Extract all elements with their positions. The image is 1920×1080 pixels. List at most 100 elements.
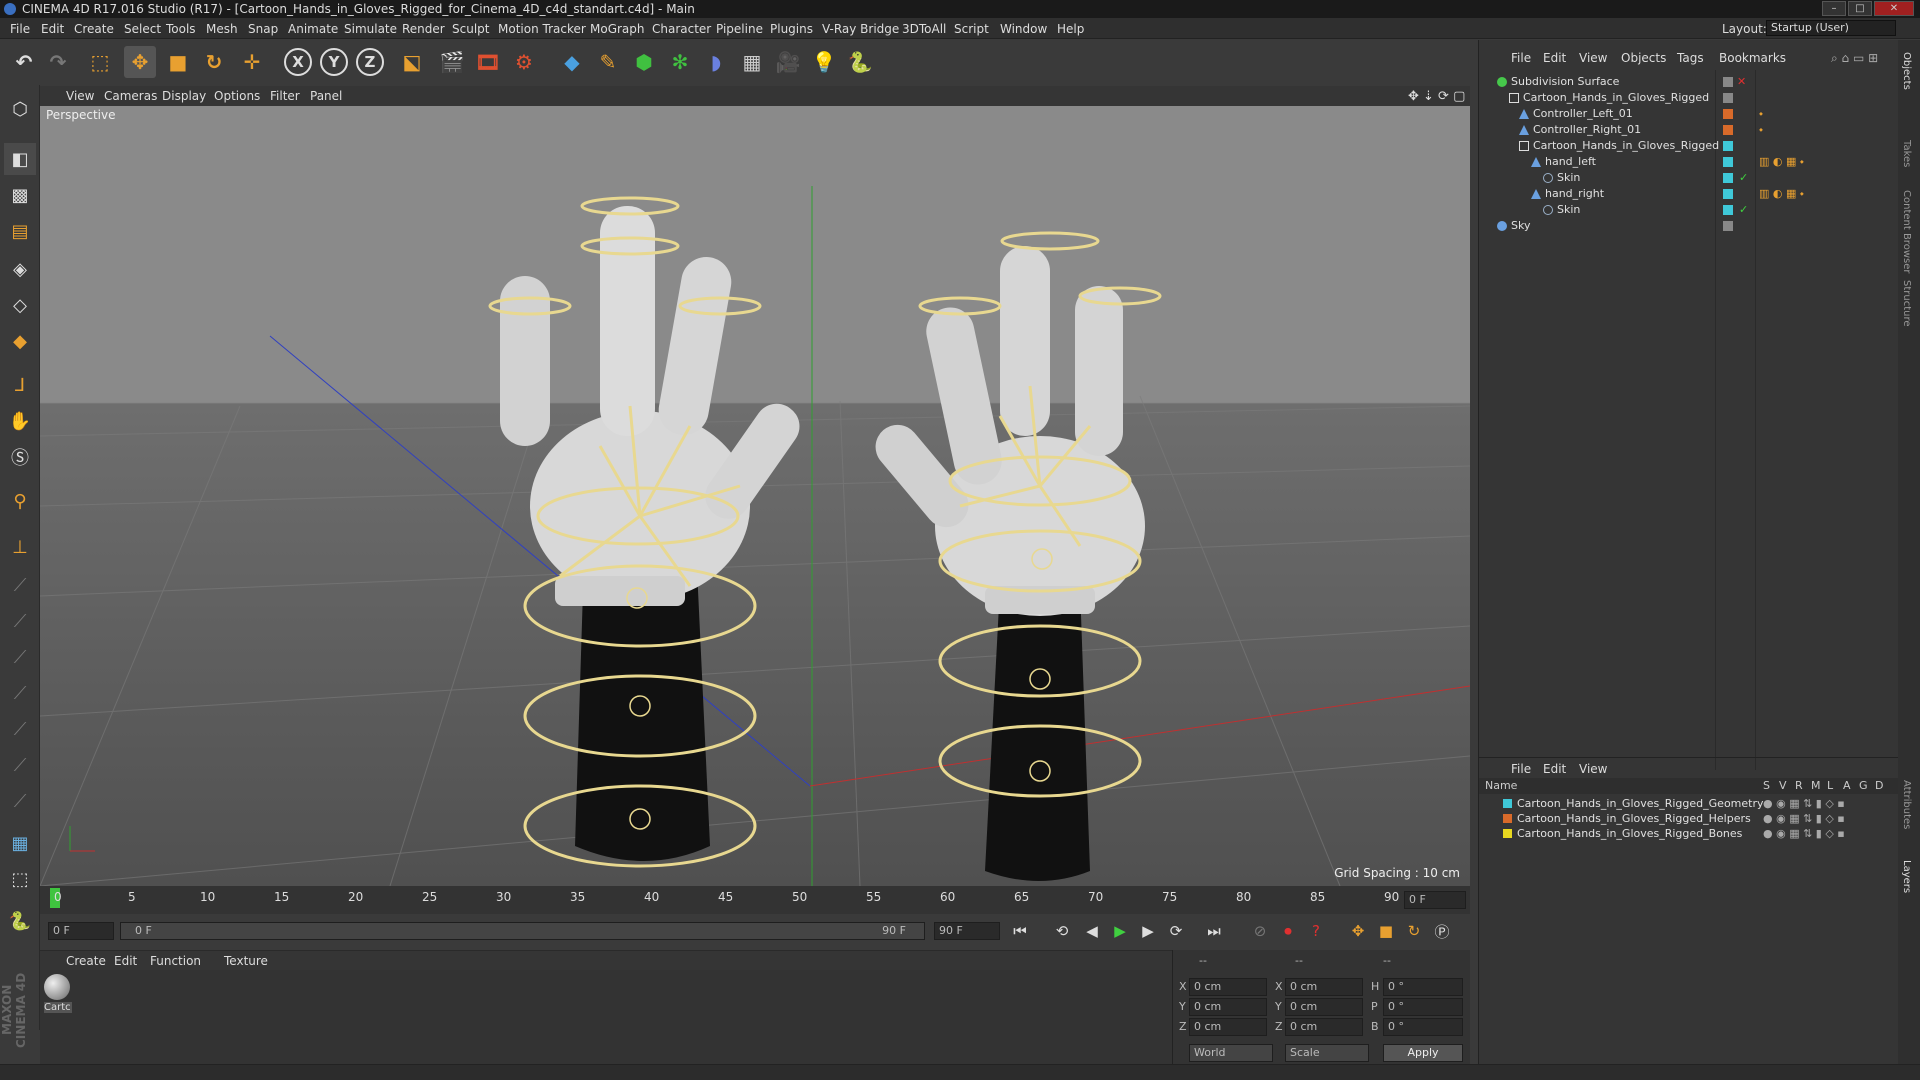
layer-row[interactable]: Cartoon_Hands_in_Gloves_Rigged_Helpers ●… <box>1479 811 1899 826</box>
model-mode-icon[interactable]: ◧ <box>4 143 36 175</box>
current-frame-field[interactable]: 0 F <box>1404 891 1466 909</box>
next-frame-icon[interactable]: ▶ <box>1136 920 1160 942</box>
tab-takes[interactable]: Takes <box>1901 140 1912 167</box>
coordinate-system-icon[interactable]: ⬕ <box>396 46 428 78</box>
previous-key-icon[interactable]: ⟲ <box>1050 920 1074 942</box>
subdivision-icon[interactable]: ⬢ <box>628 46 660 78</box>
layer-flags-icon[interactable]: ● ◉ ▦ ⇅ ▮ ◇ ▪ <box>1763 811 1845 826</box>
make-editable-icon[interactable]: ⬡ <box>4 93 36 125</box>
menu-render[interactable]: Render <box>402 22 445 36</box>
objects-menu-objects[interactable]: Objects <box>1621 51 1666 65</box>
menu-file[interactable]: File <box>10 22 30 36</box>
ik-icon[interactable]: ⟋ <box>4 569 36 601</box>
size-z-field[interactable]: 0 cm <box>1285 1018 1363 1036</box>
menu-mesh[interactable]: Mesh <box>206 22 238 36</box>
search-icon[interactable]: ⌕ ⌂ ▭ ⊞ <box>1831 51 1878 66</box>
maximize-button[interactable]: □ <box>1848 1 1872 16</box>
preview-range-slider[interactable]: 0 F 90 F <box>120 922 925 940</box>
objects-menu-file[interactable]: File <box>1511 51 1531 65</box>
close-button[interactable]: ✕ <box>1874 1 1914 16</box>
menu-sculpt[interactable]: Sculpt <box>452 22 489 36</box>
scale-icon[interactable]: ■ <box>162 46 194 78</box>
layer-color-swatch[interactable] <box>1503 799 1512 808</box>
menu-simulate[interactable]: Simulate <box>344 22 397 36</box>
pen-icon[interactable]: ✎ <box>592 46 624 78</box>
menu-tools[interactable]: Tools <box>166 22 196 36</box>
viewport-menu-panel[interactable]: Panel <box>310 89 342 103</box>
live-selection-icon[interactable]: ⬚ <box>84 46 116 78</box>
tab-structure[interactable]: Structure <box>1901 280 1912 327</box>
column-deformers[interactable]: D <box>1875 779 1883 792</box>
camera-icon[interactable]: 🎥 <box>772 46 804 78</box>
edges-mode-icon[interactable]: ◇ <box>4 289 36 321</box>
menu-window[interactable]: Window <box>1000 22 1047 36</box>
rot-p-field[interactable]: 0 ° <box>1383 998 1463 1016</box>
size-x-field[interactable]: 0 cm <box>1285 978 1363 996</box>
column-generators[interactable]: G <box>1859 779 1868 792</box>
visibility-icon[interactable] <box>1723 221 1733 231</box>
menu-animate[interactable]: Animate <box>288 22 338 36</box>
menu-select[interactable]: Select <box>124 22 161 36</box>
layer-flags-icon[interactable]: ● ◉ ▦ ⇅ ▮ ◇ ▪ <box>1763 826 1845 841</box>
viewport-menu-display[interactable]: Display <box>162 89 206 103</box>
column-solo[interactable]: S <box>1763 779 1770 792</box>
material-swatch[interactable]: Cartc <box>44 974 72 1014</box>
tab-attributes[interactable]: Attributes <box>1901 780 1912 829</box>
layers-menu-edit[interactable]: Edit <box>1543 762 1566 776</box>
x-axis-icon[interactable]: X <box>284 48 312 76</box>
visibility-icon[interactable] <box>1723 77 1733 87</box>
objects-menu-tags[interactable]: Tags <box>1677 51 1704 65</box>
tab-content-browser[interactable]: Content Browser <box>1901 190 1912 273</box>
coordinate-space-select[interactable]: World <box>1189 1044 1273 1062</box>
frame-ruler[interactable]: 0 5 10 15 20 25 30 35 40 45 50 55 60 65 … <box>50 888 1400 912</box>
material-menu-function[interactable]: Function <box>150 954 201 968</box>
python-console-icon[interactable]: 🐍 <box>4 905 36 937</box>
size-y-field[interactable]: 0 cm <box>1285 998 1363 1016</box>
column-name[interactable]: Name <box>1485 779 1517 792</box>
light-icon[interactable]: 💡 <box>808 46 840 78</box>
end-frame-field[interactable]: 90 F <box>934 922 1000 940</box>
key-scale-icon[interactable]: ■ <box>1374 920 1398 942</box>
viewport-menu-view[interactable]: View <box>66 89 94 103</box>
viewport-menu-cameras[interactable]: Cameras <box>104 89 157 103</box>
tab-layers[interactable]: Layers <box>1901 860 1912 893</box>
joint-tool-icon[interactable]: ⊥ <box>4 531 36 563</box>
bind-icon[interactable]: ⟋ <box>4 605 36 637</box>
rot-b-field[interactable]: 0 ° <box>1383 1018 1463 1036</box>
menu-vray-bridge[interactable]: V-Ray Bridge <box>822 22 899 36</box>
material-menu-create[interactable]: Create <box>66 954 106 968</box>
viewport-menu-options[interactable]: Options <box>214 89 260 103</box>
key-rotation-icon[interactable]: ↻ <box>1402 920 1426 942</box>
magnet-icon[interactable]: ⚲ <box>4 485 36 517</box>
layer-flags-icon[interactable]: ● ◉ ▦ ⇅ ▮ ◇ ▪ <box>1763 796 1845 811</box>
workplane-icon[interactable]: ▤ <box>4 215 36 247</box>
menu-motion-tracker[interactable]: Motion Tracker <box>498 22 586 36</box>
texture-mode-icon[interactable]: ▩ <box>4 179 36 211</box>
previous-frame-icon[interactable]: ◀ <box>1080 920 1104 942</box>
layer-color-swatch[interactable] <box>1503 814 1512 823</box>
minimize-button[interactable]: – <box>1822 1 1846 16</box>
z-axis-icon[interactable]: Z <box>356 48 384 76</box>
menu-3dtoall[interactable]: 3DToAll <box>902 22 946 36</box>
pose-icon[interactable]: ⟋ <box>4 749 36 781</box>
axis-mode-icon[interactable]: ⅃ <box>4 369 36 401</box>
deformer-icon[interactable]: ◗ <box>700 46 732 78</box>
next-key-icon[interactable]: ⟳ <box>1164 920 1188 942</box>
viewport-menu-filter[interactable]: Filter <box>270 89 300 103</box>
menu-mograph[interactable]: MoGraph <box>590 22 645 36</box>
record-keys-icon[interactable]: ⊘ <box>1248 920 1272 942</box>
weight-tool-icon[interactable]: ⟋ <box>4 641 36 673</box>
objects-menu-edit[interactable]: Edit <box>1543 51 1566 65</box>
layers-menu-file[interactable]: File <box>1511 762 1531 776</box>
redo-icon[interactable]: ↷ <box>42 46 74 78</box>
material-menu-edit[interactable]: Edit <box>114 954 137 968</box>
column-locked[interactable]: L <box>1827 779 1833 792</box>
visibility-icon[interactable] <box>1723 93 1733 103</box>
coordinate-mode-select[interactable]: Scale <box>1285 1044 1369 1062</box>
points-mode-icon[interactable]: ◈ <box>4 253 36 285</box>
floor-icon[interactable]: ▦ <box>736 46 768 78</box>
timeline-ruler[interactable]: 0 5 10 15 20 25 30 35 40 45 50 55 60 65 … <box>40 886 1470 914</box>
autokey-icon[interactable]: ⏺ <box>1276 920 1300 942</box>
menu-edit[interactable]: Edit <box>41 22 64 36</box>
python-icon[interactable]: 🐍 <box>844 46 876 78</box>
